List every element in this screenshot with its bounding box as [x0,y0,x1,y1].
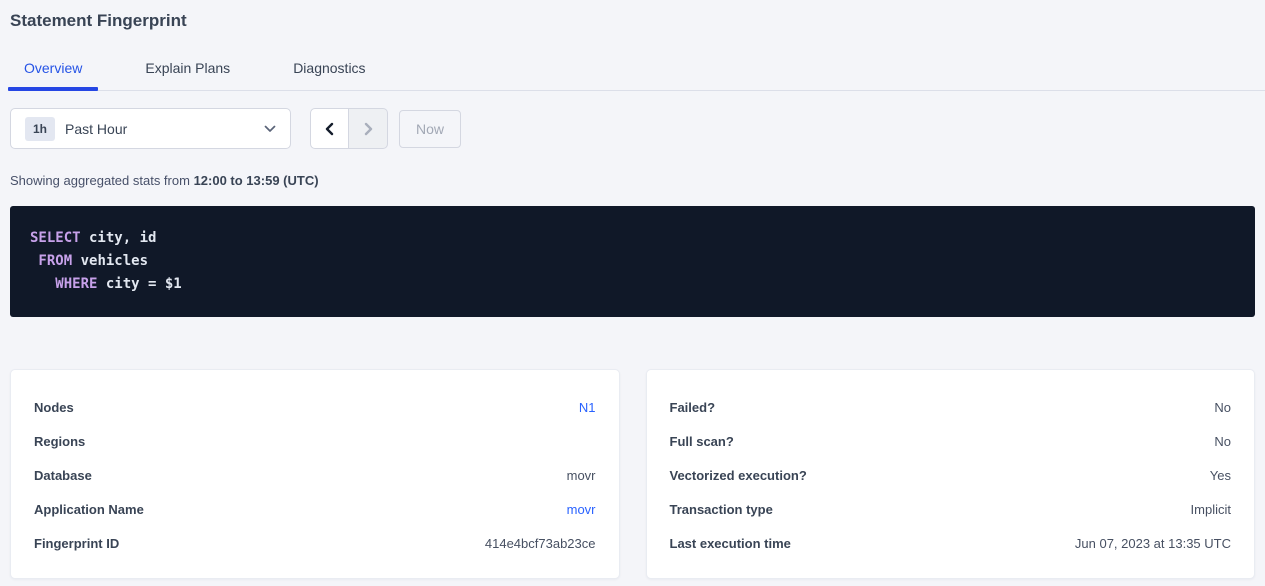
time-step-button-group [310,108,388,149]
chevron-left-icon [323,122,337,136]
summary-value: movr [567,468,596,483]
time-prev-button[interactable] [310,108,349,149]
caption-prefix: Showing aggregated stats from [10,173,194,188]
summary-value: No [1214,400,1231,415]
tab-bar: Overview Explain Plans Diagnostics [8,55,1265,91]
summary-label: Failed? [670,400,716,415]
summary-cards: NodesN1RegionsDatabasemovrApplication Na… [10,369,1255,579]
summary-label: Last execution time [670,536,791,551]
tab-explain-plans[interactable]: Explain Plans [129,55,246,90]
summary-label: Application Name [34,502,144,517]
summary-value: Implicit [1191,502,1231,517]
tab-diagnostics[interactable]: Diagnostics [277,55,381,90]
summary-row: Last execution time Jun 07, 2023 at 13:35… [670,526,1232,560]
execution-attributes-card: Failed? No Full scan? No Vectorized executio… [646,369,1256,579]
summary-label: Database [34,468,92,483]
time-next-button[interactable] [349,108,388,149]
sql-text: city, id [81,230,157,246]
statement-details-card: NodesN1RegionsDatabasemovrApplication Na… [10,369,620,579]
page-title: Statement Fingerprint [10,0,1255,31]
summary-label: Regions [34,434,85,449]
caption-time-range: 12:00 to 13:59 (UTC) [194,173,319,188]
summary-value: Jun 07, 2023 at 13:35 UTC [1075,536,1231,551]
time-toolbar: 1h Past Hour Now [10,108,1255,149]
summary-label: Full scan? [670,434,734,449]
sql-text: city = $1 [97,276,181,292]
sql-keyword: FROM [30,253,72,269]
statement-fingerprint-page: Statement Fingerprint Overview Explain Pl… [0,0,1265,579]
summary-label: Nodes [34,400,74,415]
sql-line: SELECT city, id [30,227,1235,250]
summary-row: Database movr [34,458,596,492]
aggregated-stats-caption: Showing aggregated stats from 12:00 to 1… [10,173,1255,188]
summary-row: Failed? No [670,390,1232,424]
summary-label: Transaction type [670,502,773,517]
summary-row: Full scan? No [670,424,1232,458]
summary-row: Regions [34,424,596,458]
summary-row: Transaction type Implicit [670,492,1232,526]
sql-keyword: SELECT [30,230,81,246]
time-range-badge: 1h [25,117,55,141]
summary-label: Fingerprint ID [34,536,119,551]
summary-row: Fingerprint ID 414e4bcf73ab23ce [34,526,596,560]
chevron-down-icon [264,125,276,133]
tab-overview[interactable]: Overview [8,55,98,90]
chevron-right-icon [361,122,375,136]
summary-value: 414e4bcf73ab23ce [485,536,596,551]
summary-row: Vectorized execution? Yes [670,458,1232,492]
summary-row: Nodes N1 [34,390,596,424]
now-button[interactable]: Now [399,110,461,148]
sql-line: WHERE city = $1 [30,273,1235,296]
sql-statement-box: SELECT city, id FROM vehicles WHERE city… [10,206,1255,317]
summary-value: Yes [1210,468,1231,483]
sql-text: vehicles [72,253,148,269]
time-range-dropdown[interactable]: 1h Past Hour [10,108,291,149]
summary-label: Vectorized execution? [670,468,807,483]
summary-row: Application Name movr [34,492,596,526]
time-range-label: Past Hour [65,121,127,137]
sql-keyword: WHERE [30,276,97,292]
summary-value-link[interactable]: N1 [579,400,596,415]
summary-value: No [1214,434,1231,449]
sql-line: FROM vehicles [30,250,1235,273]
summary-value-link[interactable]: movr [567,502,596,517]
